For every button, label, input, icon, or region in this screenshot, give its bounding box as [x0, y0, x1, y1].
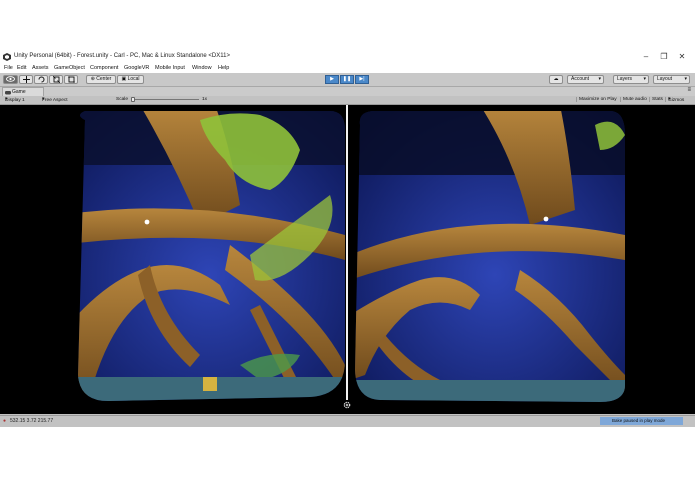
pivot-icon: ⊕	[90, 76, 95, 82]
chevron-down-icon: ▾	[643, 76, 646, 82]
status-bar: ● 532.15 3.72 215.77 Bake paused in play…	[0, 415, 695, 427]
scale-label: Scale	[116, 97, 128, 102]
menu-help[interactable]: Help	[218, 65, 229, 71]
eye-icon	[6, 76, 15, 82]
collab-cloud-button[interactable]: ☁	[549, 75, 563, 84]
chevron-down-icon: ▾	[598, 76, 601, 82]
console-warning-icon[interactable]: ●	[3, 418, 6, 424]
rect-tool-icon	[67, 76, 75, 83]
pause-button[interactable]: ❚❚	[340, 75, 354, 84]
chevron-down-icon: ▾	[684, 76, 687, 82]
pause-icon: ❚❚	[342, 76, 352, 82]
minimize-button[interactable]: –	[640, 52, 652, 62]
maximize-button[interactable]: ❐	[658, 52, 670, 62]
bake-status: Bake paused in play mode	[600, 417, 683, 425]
game-view-toolbar: Display 1 ▾ Free Aspect ▾ Scale 1x Maxim…	[0, 96, 695, 105]
display-dropdown[interactable]: Display 1 ▾	[5, 97, 25, 103]
pivot-center-toggle[interactable]: ⊕ Center	[86, 75, 116, 84]
space-label: Local	[127, 76, 140, 82]
maximize-on-play-toggle[interactable]: Maximize on Play	[576, 97, 617, 102]
aspect-dropdown[interactable]: Free Aspect ▾	[42, 97, 68, 103]
scale-tool-button[interactable]	[49, 75, 63, 84]
layers-label: Layers	[617, 76, 633, 82]
layout-label: Layout	[657, 76, 673, 82]
menu-assets[interactable]: Assets	[32, 65, 49, 71]
menu-googlevr[interactable]: GoogleVR	[124, 65, 149, 71]
account-dropdown[interactable]: Account ▾	[567, 75, 604, 84]
gizmos-label: Gizmos	[668, 98, 685, 103]
scale-slider-track[interactable]	[131, 99, 199, 100]
window-title: Unity Personal (64bit) - Forest.unity - …	[14, 53, 230, 59]
account-label: Account	[571, 76, 590, 82]
stats-toggle[interactable]: Stats	[649, 97, 663, 102]
move-arrows-icon	[22, 76, 30, 83]
hand-tool-button[interactable]	[3, 75, 18, 84]
mute-audio-toggle[interactable]: Mute audio	[620, 97, 647, 102]
bake-message: Bake paused in play mode	[612, 418, 666, 423]
vr-divider	[346, 105, 348, 400]
unity-logo-icon	[3, 53, 11, 61]
left-eye-view	[78, 111, 345, 402]
layers-dropdown[interactable]: Layers ▾	[613, 75, 649, 84]
layout-dropdown[interactable]: Layout ▾	[653, 75, 690, 84]
step-button[interactable]: ▶|	[355, 75, 369, 84]
menu-component[interactable]: Component	[90, 65, 118, 71]
title-bar: Unity Personal (64bit) - Forest.unity - …	[0, 50, 695, 64]
move-tool-button[interactable]	[19, 75, 33, 84]
play-button[interactable]: ▶	[325, 75, 339, 84]
game-viewport[interactable]	[0, 105, 695, 414]
menu-file[interactable]: File	[4, 65, 13, 71]
play-icon: ▶	[330, 76, 334, 82]
pivot-label: Center	[96, 76, 112, 82]
game-tab-label: Game	[12, 89, 26, 95]
status-coordinates: 532.15 3.72 215.77	[10, 418, 54, 424]
right-eye-view	[355, 111, 625, 402]
menu-edit[interactable]: Edit	[17, 65, 26, 71]
rotate-tool-button[interactable]	[34, 75, 48, 84]
game-tab-bar: Game ≡	[0, 87, 695, 96]
vr-stereo-render	[78, 105, 625, 402]
local-space-icon: ▣	[121, 76, 127, 82]
gizmos-dropdown[interactable]: Gizmos ▾	[665, 97, 684, 103]
main-toolbar: ⊕ Center ▣ Local ▶ ❚❚ ▶| ☁ Account ▾ Lay…	[0, 73, 695, 87]
rect-tool-button[interactable]	[64, 75, 78, 84]
menu-bar: File Edit Assets GameObject Component Go…	[0, 64, 695, 73]
aspect-label: Free Aspect	[42, 98, 68, 103]
rotate-icon	[38, 76, 44, 83]
tab-game[interactable]: Game	[2, 87, 44, 96]
step-icon: ▶|	[359, 76, 365, 82]
close-button[interactable]: ✕	[676, 52, 688, 62]
scale-slider-thumb[interactable]	[131, 97, 135, 102]
unity-editor-window: Unity Personal (64bit) - Forest.unity - …	[0, 50, 695, 427]
gear-icon[interactable]	[343, 401, 351, 409]
menu-gameobject[interactable]: GameObject	[54, 65, 85, 71]
display-label: Display 1	[5, 98, 25, 103]
scale-value: 1x	[202, 97, 208, 102]
gamepad-icon	[5, 91, 11, 95]
space-local-toggle[interactable]: ▣ Local	[117, 75, 144, 84]
panel-menu-icon[interactable]: ≡	[687, 87, 691, 93]
menu-window[interactable]: Window	[192, 65, 212, 71]
scale-icon	[52, 75, 60, 84]
menu-mobile-input[interactable]: Mobile Input	[155, 65, 185, 71]
cloud-icon: ☁	[553, 76, 559, 82]
